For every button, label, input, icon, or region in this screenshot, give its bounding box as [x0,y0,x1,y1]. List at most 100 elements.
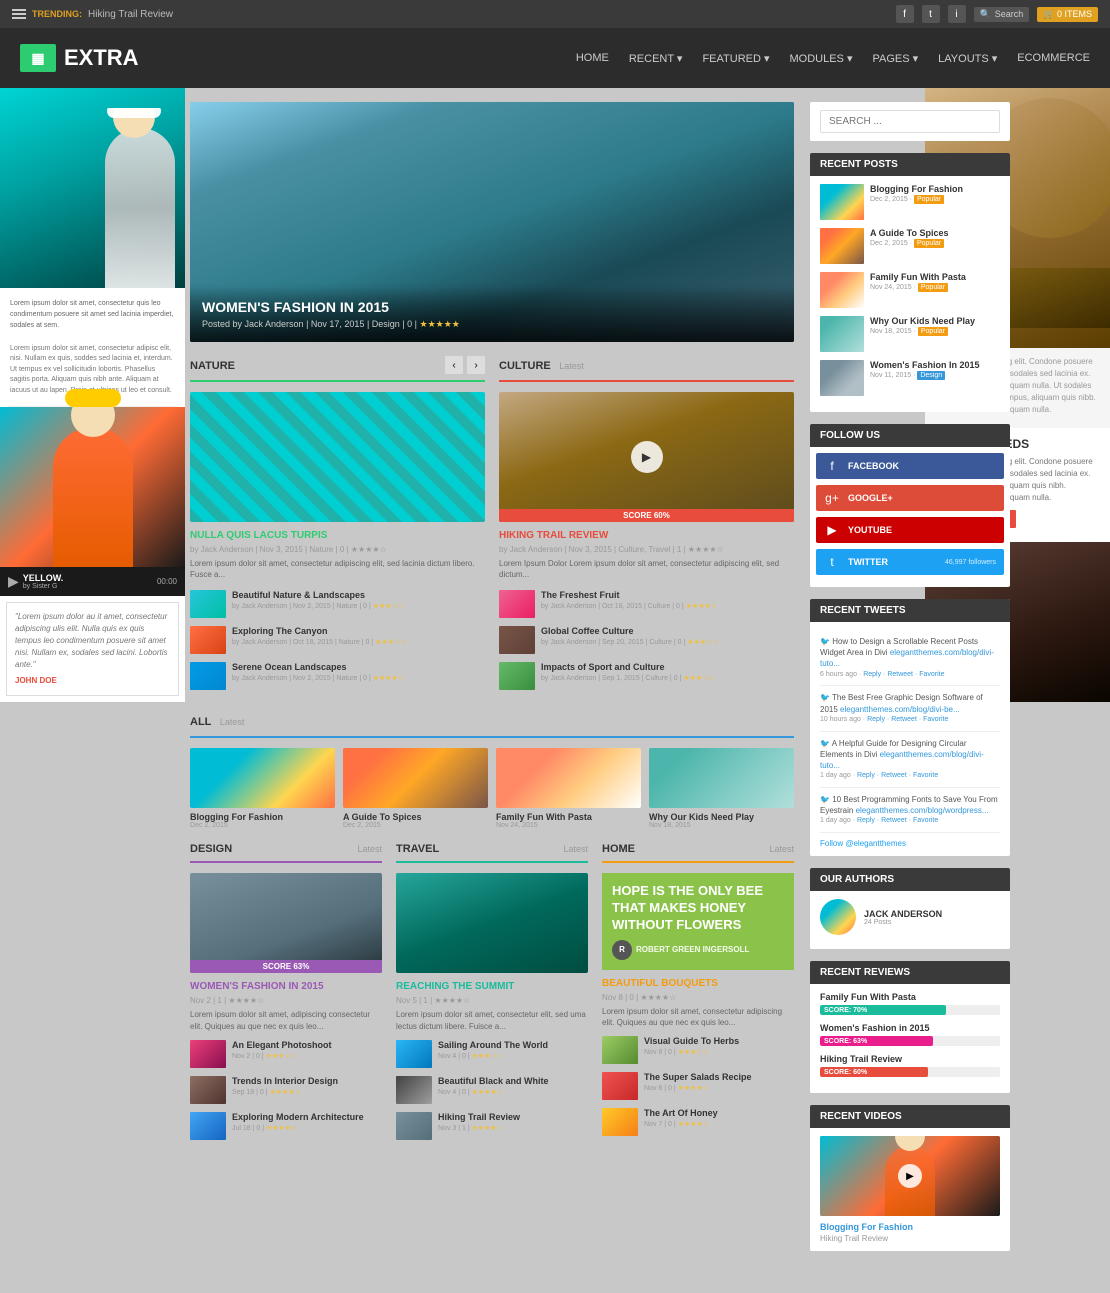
tweet-1: 🐦 How to Design a Scrollable Recent Post… [820,630,1000,686]
nature-featured-excerpt: Lorem ipsum dolor sit amet, consectetur … [190,558,485,580]
all-card-2-title: A Guide To Spices [343,812,488,822]
nature-title: NATURE [190,360,235,372]
twitter-icon[interactable]: t [922,5,940,23]
culture-article-1-meta: by Jack Anderson | Oct 18, 2015 | Cultur… [541,602,794,610]
recent-posts-body: Blogging For Fashion Dec 2, 2015 · Popul… [810,176,1010,412]
trending-label: TRENDING: [32,9,82,19]
travel-featured-title: REACHING THE SUMMIT [396,981,588,992]
recent-post-5: Women's Fashion In 2015 Nov 11, 2015 · D… [820,360,1000,396]
three-col-section: DESIGN Latest SCORE 63% WOMEN'S FASHION … [190,843,794,1147]
nature-article-2: Exploring The Canyon by Jack Anderson | … [190,626,485,654]
tweet-4-link[interactable]: elegantthemes.com/blog/wordpress... [856,806,989,815]
nature-next[interactable]: › [467,356,485,374]
author-1-info: JACK ANDERSON 24 Posts [864,909,1000,926]
travel-article-2-title: Beautiful Black and White [438,1076,588,1086]
follow-google[interactable]: g+ GOOGLE+ [816,485,1004,511]
tweet-2-link[interactable]: elegantthemes.com/blog/divi-be... [840,705,960,714]
home-article-3: The Art Of Honey Nov 7 | 0 | ★★★★☆ [602,1108,794,1136]
home-article-2-meta: Nov 8 | 0 | ★★★★☆ [644,1084,794,1092]
nature-featured-meta: by Jack Anderson | Nov 3, 2015 | Nature … [190,545,485,554]
player-bar[interactable]: ▶ YELLOW. by Sister G 00:00 [0,567,185,596]
follow-widget: FOLLOW US f FACEBOOK g+ GOOGLE+ ▶ YOUTUB… [810,424,1010,587]
tweet-4-actions[interactable]: Reply · Retweet · Favorite [857,817,938,824]
nav-recent[interactable]: RECENT ▾ [629,52,683,65]
video-1-title[interactable]: Blogging For Fashion [820,1222,1000,1232]
nav-featured[interactable]: FEATURED ▾ [702,52,769,65]
nav-pages[interactable]: PAGES ▾ [872,52,918,65]
cart-button[interactable]: 🛒 0 ITEMS [1037,7,1098,22]
culture-play-button[interactable]: ▶ [631,441,663,473]
tweets-header: RECENT TWEETS [810,599,1010,622]
all-grid: Blogging For Fashion Dec 2, 2015 A Guide… [190,748,794,829]
hero-section: WOMEN'S FASHION IN 2015 Posted by Jack A… [190,102,794,342]
sidebar: RECENT POSTS Blogging For Fashion Dec 2,… [810,102,1010,1263]
culture-article-3-title: Impacts of Sport and Culture [541,662,794,672]
recent-posts-header: RECENT POSTS [810,153,1010,176]
search-bar-top[interactable]: 🔍 Search [974,7,1030,22]
nature-featured-image [190,392,485,522]
culture-featured-excerpt: Lorem Ipsum Dolor Lorem ipsum dolor sit … [499,558,794,580]
instagram-icon[interactable]: i [948,5,966,23]
all-badge: Latest [220,717,245,727]
travel-article-3-meta: Nov 3 | 1 | ★★★★☆ [438,1124,588,1132]
logo-icon: ▦ [20,44,56,72]
home-article-1: Visual Guide To Herbs Nov 8 | 0 | ★★★☆☆ [602,1036,794,1064]
home-article-2-content: The Super Salads Recipe Nov 8 | 0 | ★★★★… [644,1072,794,1092]
design-article-1-title: An Elegant Photoshoot [232,1040,382,1050]
design-article-1-content: An Elegant Photoshoot Nov 2 | 0 | ★★★☆☆ [232,1040,382,1060]
recent-post-5-meta: Nov 11, 2015 · Design [870,372,1000,379]
culture-article-1-title: The Freshest Fruit [541,590,794,600]
search-widget-body [810,102,1010,141]
design-article-1-img [190,1040,226,1068]
video-1-subtitle: Hiking Trail Review [820,1234,1000,1243]
nature-articles-list: Beautiful Nature & Landscapes by Jack An… [190,590,485,690]
top-bar-right: f t i 🔍 Search 🛒 0 ITEMS [896,5,1098,23]
design-articles-list: An Elegant Photoshoot Nov 2 | 0 | ★★★☆☆ … [190,1040,382,1140]
home-author-row: R Robert Green Ingersoll [612,940,784,960]
design-article-3-title: Exploring Modern Architecture [232,1112,382,1122]
left-quote: "Lorem ipsum dolor au it amet, consectet… [6,602,179,696]
home-article-3-content: The Art Of Honey Nov 7 | 0 | ★★★★☆ [644,1108,794,1128]
follow-twitter[interactable]: t TWITTER 46,997 followers [816,549,1004,575]
nav-ecommerce[interactable]: ECOMMERCE [1017,52,1090,64]
tweet-2-actions[interactable]: Reply · Retweet · Favorite [867,716,948,723]
follow-elegantthemes[interactable]: Follow @elegantthemes [820,839,1000,848]
design-article-3-meta: Jul 18 | 0 | ★★★★☆ [232,1124,382,1132]
tweet-1-actions[interactable]: Reply · Retweet · Favorite [863,671,944,678]
travel-badge: Latest [563,844,588,854]
site-logo[interactable]: ▦ EXTRA [20,44,139,72]
hero-overlay: WOMEN'S FASHION IN 2015 Posted by Jack A… [190,287,794,342]
design-title: DESIGN [190,843,232,855]
nav-home[interactable]: HOME [576,52,609,64]
travel-section: TRAVEL Latest REACHING THE SUMMIT Nov 5 … [396,843,588,1147]
tweet-3-actions[interactable]: Reply · Retweet · Favorite [857,772,938,779]
design-article-2-meta: Sep 18 | 0 | ★★★★☆ [232,1088,382,1096]
culture-article-2-meta: by Jack Anderson | Sep 20, 2015 | Cultur… [541,638,794,646]
search-text: Search [995,9,1024,19]
recent-post-3-img [820,272,864,308]
follow-youtube[interactable]: ▶ YOUTUBE [816,517,1004,543]
hamburger-menu[interactable] [12,9,26,19]
main-nav: HOME RECENT ▾ FEATURED ▾ MODULES ▾ PAGES… [576,52,1090,65]
videos-widget: RECENT VIDEOS ▶ Blogging For Fashion Hik… [810,1105,1010,1251]
facebook-follow-name: FACEBOOK [848,461,996,471]
culture-article-2-img [499,626,535,654]
nature-article-2-img [190,626,226,654]
facebook-icon[interactable]: f [896,5,914,23]
home-article-2-title: The Super Salads Recipe [644,1072,794,1082]
nav-modules[interactable]: MODULES ▾ [790,52,853,65]
home-article-3-img [602,1108,638,1136]
video-1-thumbnail[interactable]: ▶ [820,1136,1000,1216]
nav-layouts[interactable]: LAYOUTS ▾ [938,52,997,65]
nature-article-1-content: Beautiful Nature & Landscapes by Jack An… [232,590,485,610]
all-card-1-date: Dec 2, 2015 [190,822,335,829]
all-card-3-img [496,748,641,808]
follow-facebook[interactable]: f FACEBOOK [816,453,1004,479]
nature-prev[interactable]: ‹ [445,356,463,374]
culture-article-3-img [499,662,535,690]
authors-widget: OUR AUTHORS JACK ANDERSON 24 Posts [810,868,1010,949]
facebook-follow-icon: f [824,459,840,473]
culture-article-3-meta: by Jack Anderson | Sep 1, 2015 | Culture… [541,674,794,682]
culture-article-2: Global Coffee Culture by Jack Anderson |… [499,626,794,654]
search-input[interactable] [820,110,1000,133]
